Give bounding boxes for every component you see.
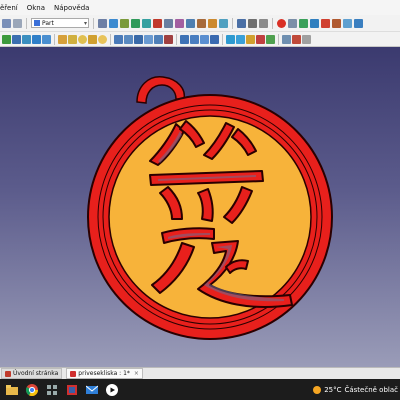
- menu-bar: ěření Okna Nápověda: [0, 0, 400, 15]
- measure-refresh-icon[interactable]: [246, 34, 255, 44]
- chamfer-icon[interactable]: [154, 34, 163, 44]
- step-icon[interactable]: [343, 18, 352, 28]
- attachment-icon[interactable]: [282, 34, 291, 44]
- file-explorer-icon[interactable]: [4, 382, 20, 398]
- step-over-icon[interactable]: [175, 18, 184, 28]
- breakpoint-icon[interactable]: [332, 18, 341, 28]
- macro-debug-icon[interactable]: [131, 18, 140, 28]
- fuse-icon[interactable]: [200, 34, 209, 44]
- view-front-icon[interactable]: [22, 34, 31, 44]
- view-right-icon[interactable]: [42, 34, 51, 44]
- toggle-3d-icon[interactable]: [266, 34, 275, 44]
- extrude-icon[interactable]: [114, 34, 123, 44]
- home-icon: [5, 370, 11, 377]
- mail-icon[interactable]: [84, 382, 100, 398]
- mirror-icon[interactable]: [134, 34, 143, 44]
- step-into-icon[interactable]: [164, 18, 173, 28]
- tab-label: Úvodní stránka: [13, 370, 59, 377]
- media-player-icon[interactable]: [104, 382, 120, 398]
- view-isometric-icon[interactable]: [12, 34, 21, 44]
- measure-clear-icon[interactable]: [256, 34, 265, 44]
- document-tab-bar: Úvodní stránka privesekliska : 1* ×: [0, 367, 400, 379]
- freecad-icon: [70, 370, 77, 377]
- tool-icon[interactable]: [197, 18, 206, 28]
- sketch-icon[interactable]: [208, 18, 217, 28]
- tab-label: privesekliska : 1*: [78, 370, 130, 377]
- debug-macro-icon[interactable]: [310, 18, 319, 28]
- common-icon[interactable]: [210, 34, 219, 44]
- taskbar: 25°C Částečně oblač: [0, 379, 400, 400]
- close-icon[interactable]: ×: [134, 370, 139, 377]
- play-macro-icon[interactable]: [299, 18, 308, 28]
- weather-temp: 25°C: [324, 385, 342, 394]
- cut-icon[interactable]: [190, 34, 199, 44]
- torus-icon[interactable]: [98, 34, 107, 44]
- macro-record-icon[interactable]: [98, 18, 107, 28]
- draw-style-icon[interactable]: [259, 18, 268, 28]
- workbench-label: Part: [42, 19, 54, 27]
- box-icon[interactable]: [58, 34, 67, 44]
- pendant-model: [87, 76, 333, 340]
- macro-run-icon[interactable]: [120, 18, 129, 28]
- console-icon[interactable]: [354, 18, 363, 28]
- menu-item-measure[interactable]: ěření: [0, 4, 18, 12]
- main-toolbar: Part ▾: [0, 15, 400, 32]
- tab-document[interactable]: privesekliska : 1* ×: [66, 368, 143, 379]
- macro-list-icon[interactable]: [288, 18, 297, 28]
- open-icon[interactable]: [13, 18, 22, 28]
- save-icon[interactable]: [2, 18, 11, 28]
- workbench-selector[interactable]: Part ▾: [31, 18, 89, 28]
- cone-icon[interactable]: [88, 34, 97, 44]
- cylinder-icon[interactable]: [68, 34, 77, 44]
- stop-macro-icon[interactable]: [153, 18, 162, 28]
- web-icon[interactable]: [219, 18, 228, 28]
- menu-item-windows[interactable]: Okna: [27, 4, 45, 12]
- check-geometry-icon[interactable]: [292, 34, 301, 44]
- measure-linear-icon[interactable]: [226, 34, 235, 44]
- python-icon[interactable]: [142, 18, 151, 28]
- fit-all-icon[interactable]: [248, 18, 257, 28]
- revolve-icon[interactable]: [124, 34, 133, 44]
- std-views-icon[interactable]: [237, 18, 246, 28]
- fillet-icon[interactable]: [144, 34, 153, 44]
- macro-edit-icon[interactable]: [109, 18, 118, 28]
- weather-text: Částečně oblač: [344, 385, 398, 394]
- apps-icon[interactable]: [44, 382, 60, 398]
- partly-cloudy-icon: [313, 385, 322, 394]
- part-workbench-icon: [34, 20, 40, 26]
- freecad-taskbar-icon[interactable]: [64, 382, 80, 398]
- whatsthis-icon[interactable]: [186, 18, 195, 28]
- section-icon[interactable]: [164, 34, 173, 44]
- 3d-viewport[interactable]: [0, 47, 400, 367]
- view-toolbar: [0, 32, 400, 47]
- chrome-icon[interactable]: [24, 382, 40, 398]
- tab-start-page[interactable]: Úvodní stránka: [1, 368, 63, 379]
- sphere-icon[interactable]: [78, 34, 87, 44]
- chevron-down-icon: ▾: [83, 20, 87, 27]
- measure-angular-icon[interactable]: [236, 34, 245, 44]
- fit-selection-icon[interactable]: [2, 34, 11, 44]
- stop-icon[interactable]: [321, 18, 330, 28]
- weather-widget[interactable]: 25°C Částečně oblač: [313, 379, 400, 400]
- menu-item-help[interactable]: Nápověda: [54, 4, 89, 12]
- defeaturing-icon[interactable]: [302, 34, 311, 44]
- record-icon[interactable]: [277, 18, 286, 28]
- boolean-icon[interactable]: [180, 34, 189, 44]
- view-top-icon[interactable]: [32, 34, 41, 44]
